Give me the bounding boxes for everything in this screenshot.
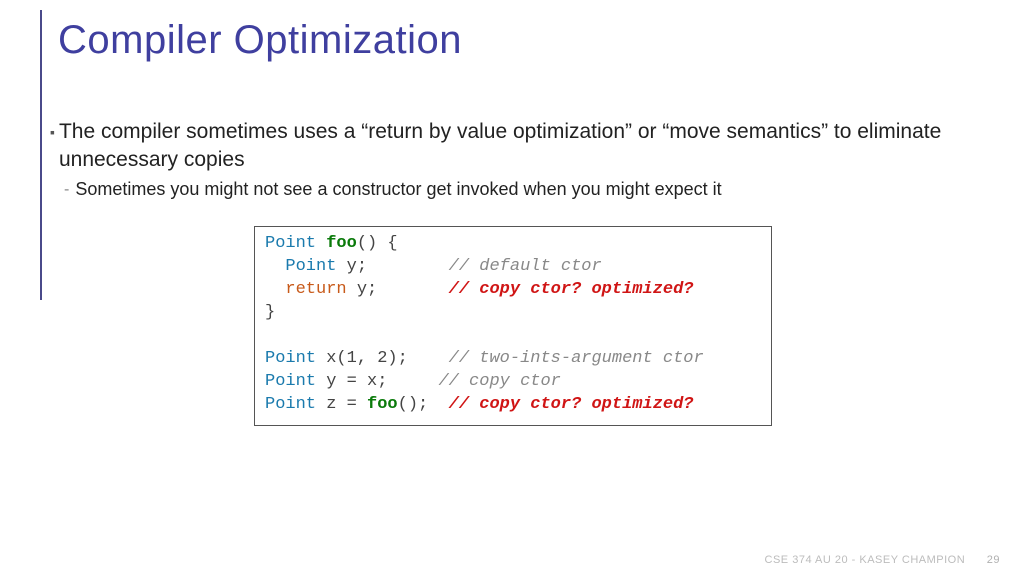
- code-line: [265, 325, 761, 348]
- sub-bullet-item: - Sometimes you might not see a construc…: [64, 179, 980, 200]
- body-content: ▪ The compiler sometimes uses a “return …: [50, 118, 980, 200]
- footer-text: CSE 374 AU 20 - KASEY CHAMPION: [765, 554, 966, 566]
- title-accent-bar: [40, 10, 42, 300]
- subbullet-marker-icon: -: [64, 181, 69, 199]
- code-line: }: [265, 302, 761, 325]
- subbullet-text: Sometimes you might not see a constructo…: [75, 179, 721, 200]
- page-number: 29: [987, 554, 1000, 566]
- bullet-item: ▪ The compiler sometimes uses a “return …: [50, 118, 980, 175]
- code-line: return y; // copy ctor? optimized?: [265, 279, 761, 302]
- code-line: Point y; // default ctor: [265, 256, 761, 279]
- bullet-marker-icon: ▪: [50, 124, 55, 140]
- code-line: Point x(1, 2); // two-ints-argument ctor: [265, 348, 761, 371]
- code-line: Point z = foo(); // copy ctor? optimized…: [265, 394, 761, 417]
- footer: CSE 374 AU 20 - KASEY CHAMPION 29: [765, 554, 1000, 566]
- code-block: Point foo() { Point y; // default ctor r…: [254, 226, 772, 426]
- bullet-text: The compiler sometimes uses a “return by…: [59, 118, 980, 175]
- code-line: Point foo() {: [265, 233, 761, 256]
- page-title: Compiler Optimization: [58, 18, 462, 63]
- code-line: Point y = x; // copy ctor: [265, 371, 761, 394]
